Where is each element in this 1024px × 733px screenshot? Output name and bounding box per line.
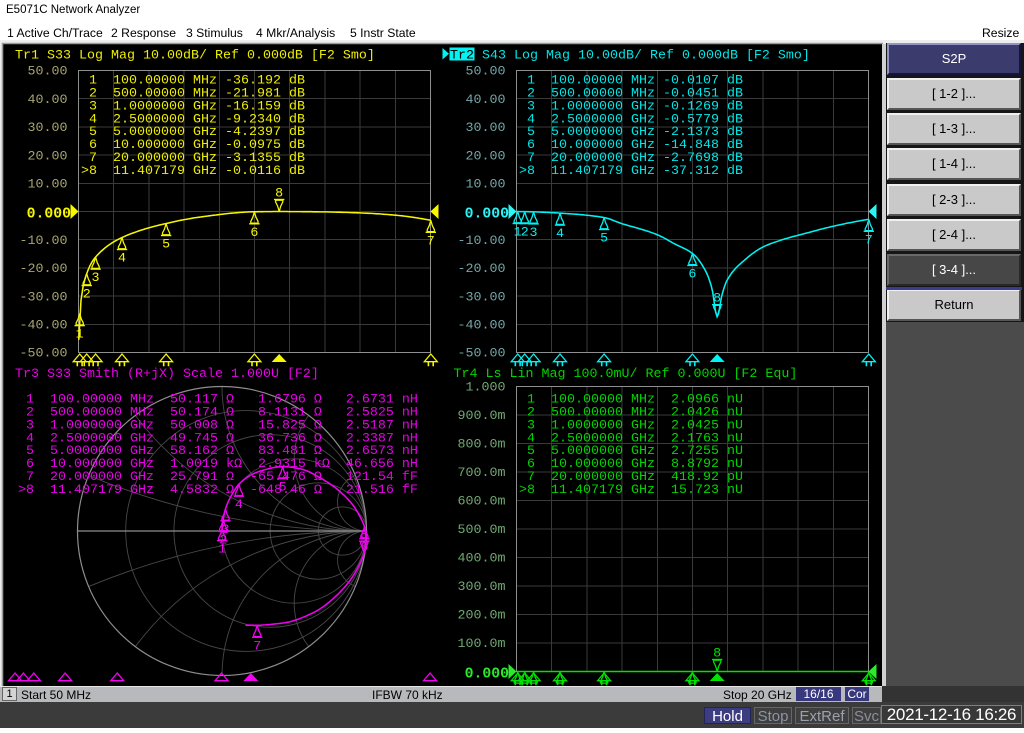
- svg-text:8: 8: [275, 187, 283, 202]
- svg-text:-40.00: -40.00: [458, 319, 506, 334]
- svg-text:>8 11.407179 GHz -0.0116 dB: >8 11.407179 GHz -0.0116 dB: [81, 164, 305, 179]
- svg-text:7: 7: [253, 639, 261, 654]
- svg-text:2: 2: [83, 287, 91, 302]
- svg-text:50.00: 50.00: [466, 65, 506, 80]
- svg-text:Tr1 S33 Log Mag 10.00dB/ Ref 0: Tr1 S33 Log Mag 10.00dB/ Ref 0.000dB [F2…: [15, 49, 375, 64]
- svg-text:0.000: 0.000: [27, 207, 72, 223]
- svg-text:5: 5: [279, 481, 287, 496]
- svg-text:>8 11.407179 GHz -37.312 dB: >8 11.407179 GHz -37.312 dB: [519, 164, 743, 179]
- svg-text:Tr4 Ls Lin Mag 100.0mU/ Ref 0.: Tr4 Ls Lin Mag 100.0mU/ Ref 0.000U [F2 E…: [454, 367, 798, 382]
- svg-text:-50.00: -50.00: [458, 347, 506, 362]
- svg-text:-50.00: -50.00: [20, 347, 68, 362]
- svg-text:0.000: 0.000: [465, 207, 510, 223]
- svg-text:4: 4: [556, 227, 564, 242]
- svg-text:5: 5: [600, 232, 608, 247]
- svg-text:8: 8: [713, 647, 721, 662]
- svg-text:4: 4: [118, 252, 126, 267]
- svg-text:-30.00: -30.00: [458, 290, 506, 305]
- svg-text:40.00: 40.00: [28, 93, 68, 108]
- svg-text:1: 1: [76, 328, 84, 343]
- svg-text:7: 7: [865, 233, 873, 248]
- svg-text:Tr2: Tr2: [450, 49, 474, 64]
- svg-text:900.0m: 900.0m: [458, 409, 506, 424]
- svg-text:4: 4: [235, 498, 243, 513]
- svg-text:>8 11.407179 GHz 4.5832 Ω -: >8 11.407179 GHz 4.5832 Ω -648.46 Ω 21.5…: [18, 483, 418, 498]
- svg-text:-30.00: -30.00: [20, 290, 68, 305]
- svg-text:8: 8: [713, 292, 721, 307]
- svg-text:-20.00: -20.00: [20, 262, 68, 277]
- svg-text:400.0m: 400.0m: [458, 552, 506, 567]
- svg-text:5: 5: [162, 237, 170, 252]
- svg-text:500.0m: 500.0m: [458, 523, 506, 538]
- svg-text:-10.00: -10.00: [458, 234, 506, 249]
- svg-text:800.0m: 800.0m: [458, 438, 506, 453]
- svg-text:30.00: 30.00: [28, 121, 68, 136]
- svg-text:>8 11.407179 GHz 15.723 nU: >8 11.407179 GHz 15.723 nU: [519, 483, 743, 498]
- svg-text:Tr3 S33 Smith (R+jX) Scale 1.0: Tr3 S33 Smith (R+jX) Scale 1.000U [F2]: [15, 367, 319, 382]
- svg-text:1.000: 1.000: [466, 381, 506, 396]
- svg-text:30.00: 30.00: [466, 121, 506, 136]
- svg-text:200.0m: 200.0m: [458, 609, 506, 624]
- svg-text:3: 3: [530, 226, 538, 241]
- svg-text:7: 7: [427, 234, 435, 249]
- svg-text:700.0m: 700.0m: [458, 466, 506, 481]
- svg-text:S43 Log Mag 10.00dB/ Ref 0.000: S43 Log Mag 10.00dB/ Ref 0.000dB [F2 Smo…: [474, 49, 810, 64]
- svg-text:100.0m: 100.0m: [458, 637, 506, 652]
- svg-text:0.000: 0.000: [465, 667, 510, 683]
- svg-text:8: 8: [360, 528, 368, 543]
- svg-text:600.0m: 600.0m: [458, 495, 506, 510]
- svg-text:-20.00: -20.00: [458, 262, 506, 277]
- svg-text:50.00: 50.00: [28, 65, 68, 80]
- svg-text:2: 2: [521, 226, 529, 241]
- svg-text:3: 3: [222, 523, 230, 538]
- svg-text:20.00: 20.00: [466, 149, 506, 164]
- svg-text:10.00: 10.00: [28, 178, 68, 193]
- svg-text:6: 6: [250, 226, 258, 241]
- svg-text:300.0m: 300.0m: [458, 580, 506, 595]
- svg-text:6: 6: [688, 267, 696, 282]
- svg-text:20.00: 20.00: [28, 149, 68, 164]
- svg-text:-40.00: -40.00: [20, 319, 68, 334]
- svg-text:10.00: 10.00: [466, 178, 506, 193]
- svg-text:40.00: 40.00: [466, 93, 506, 108]
- svg-text:3: 3: [92, 271, 100, 286]
- svg-text:-10.00: -10.00: [20, 234, 68, 249]
